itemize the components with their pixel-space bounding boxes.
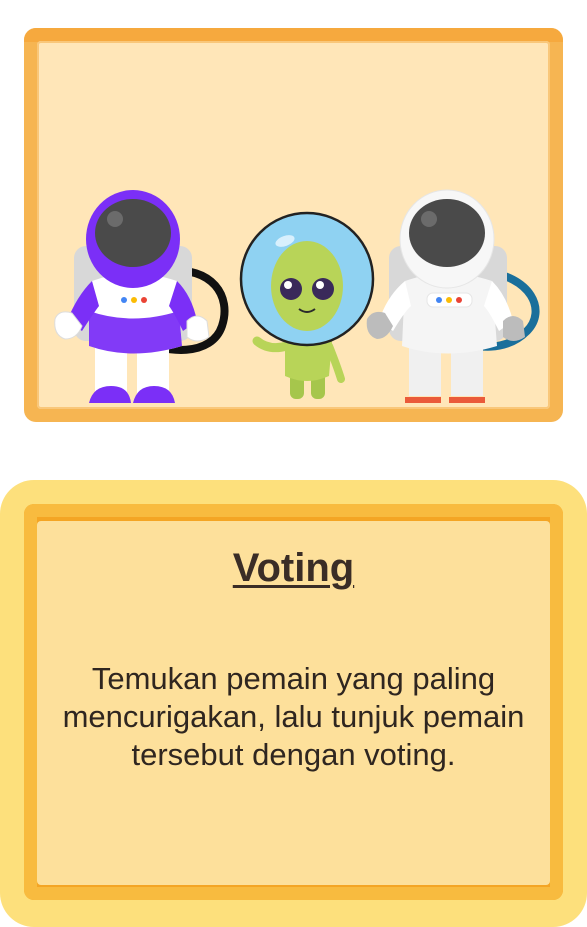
astronaut-purple-icon [54, 190, 229, 403]
scene-frame [24, 28, 563, 422]
card-description: Temukan pemain yang paling mencurigakan,… [62, 661, 525, 772]
card-title: Voting [232, 546, 355, 590]
scene-panel [37, 41, 550, 409]
astronaut-white-icon [366, 189, 540, 403]
alien-icon [239, 211, 375, 399]
characters-illustration [54, 189, 540, 403]
scene-frame-bevel [24, 28, 563, 42]
